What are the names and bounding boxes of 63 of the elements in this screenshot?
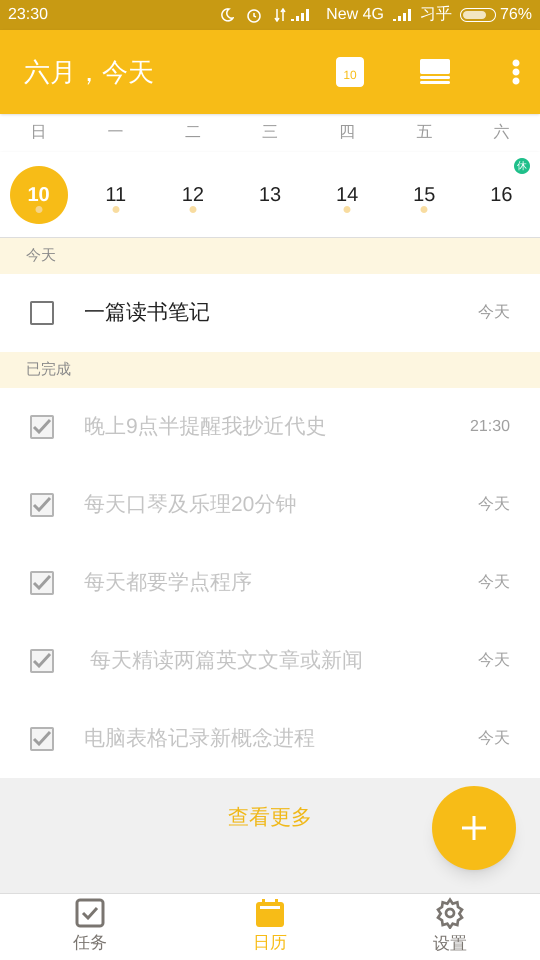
section-header: 已完成 (0, 352, 540, 388)
date-button[interactable]: 13 (240, 166, 299, 224)
clock-time: 23:30 (8, 5, 48, 25)
task-checkbox[interactable] (30, 649, 54, 673)
task-time: 今天 (478, 651, 510, 671)
check-icon (32, 731, 52, 747)
task-checkbox[interactable] (30, 493, 54, 517)
plus-icon (461, 815, 487, 841)
weekday-label: 二 (184, 123, 201, 143)
task-row[interactable]: 每天精读两篇英文文章或新闻 今天 (0, 622, 540, 700)
network-label: New 4G (326, 5, 384, 25)
signal-icon (290, 8, 310, 22)
nav-tab[interactable]: 设置 (360, 894, 540, 960)
task-row[interactable]: 电脑表格记录新概念进程 今天 (0, 700, 540, 778)
check-icon (32, 497, 52, 513)
weekday-label: 日 (30, 123, 47, 143)
task-time: 今天 (478, 729, 510, 749)
task-title: 每天精读两篇英文文章或新闻 (88, 648, 364, 674)
nav-tab[interactable]: 任务 (0, 894, 180, 960)
check-icon (32, 419, 52, 435)
date-button[interactable]: 12 (164, 166, 222, 224)
weekday-label: 六 (493, 122, 510, 143)
task-row[interactable]: 晚上9点半提醒我抄近代史 21:30 (0, 388, 540, 466)
task-title: 晚上9点半提醒我抄近代史 (84, 414, 328, 440)
settings-icon (434, 897, 466, 930)
weekday-label: 四 (339, 123, 356, 143)
date-button[interactable]: 15 (395, 166, 454, 224)
task-title: 一篇读书笔记 (84, 300, 211, 326)
task-row[interactable]: 一篇读书笔记 今天 (0, 274, 540, 352)
date-button[interactable]: 14 (318, 166, 376, 224)
weekday-label: 三 (262, 123, 278, 143)
task-checkbox[interactable] (30, 727, 54, 751)
check-icon (32, 575, 52, 591)
task-time: 今天 (478, 573, 510, 593)
moon-icon (220, 8, 234, 22)
task-checkbox[interactable] (30, 415, 54, 439)
weekday-label: 一 (108, 123, 124, 143)
more-icon[interactable] (512, 59, 520, 85)
section-header: 今天 (0, 238, 540, 274)
task-title: 电脑表格记录新概念进程 (84, 726, 316, 752)
check-icon (32, 653, 52, 669)
task-checkbox[interactable] (30, 301, 54, 325)
task-title: 每天都要学点程序 (84, 570, 253, 596)
data-transfer-icon (274, 8, 286, 22)
calendar-icon (255, 898, 285, 928)
task-time: 今天 (478, 303, 510, 323)
task-time: 今天 (478, 495, 510, 515)
view-toggle-icon[interactable] (420, 59, 450, 85)
holiday-badge: 休 (514, 158, 530, 174)
task-row[interactable]: 每天口琴及乐理20分钟 今天 (0, 466, 540, 544)
carrier-label: 习乎 (420, 4, 452, 25)
battery-icon (460, 8, 496, 22)
task-checkbox[interactable] (30, 571, 54, 595)
weekday-label: 五 (416, 123, 432, 143)
signal-icon (392, 8, 412, 22)
checkbox-icon (75, 898, 105, 928)
battery-percent: 76% (500, 5, 532, 25)
task-title: 每天口琴及乐理20分钟 (84, 492, 298, 518)
alarm-icon (246, 7, 262, 23)
task-time: 21:30 (470, 417, 510, 437)
app-title: 六月，今天 (24, 56, 155, 88)
date-button[interactable]: 11 (86, 166, 145, 224)
task-row[interactable]: 每天都要学点程序 今天 (0, 544, 540, 622)
